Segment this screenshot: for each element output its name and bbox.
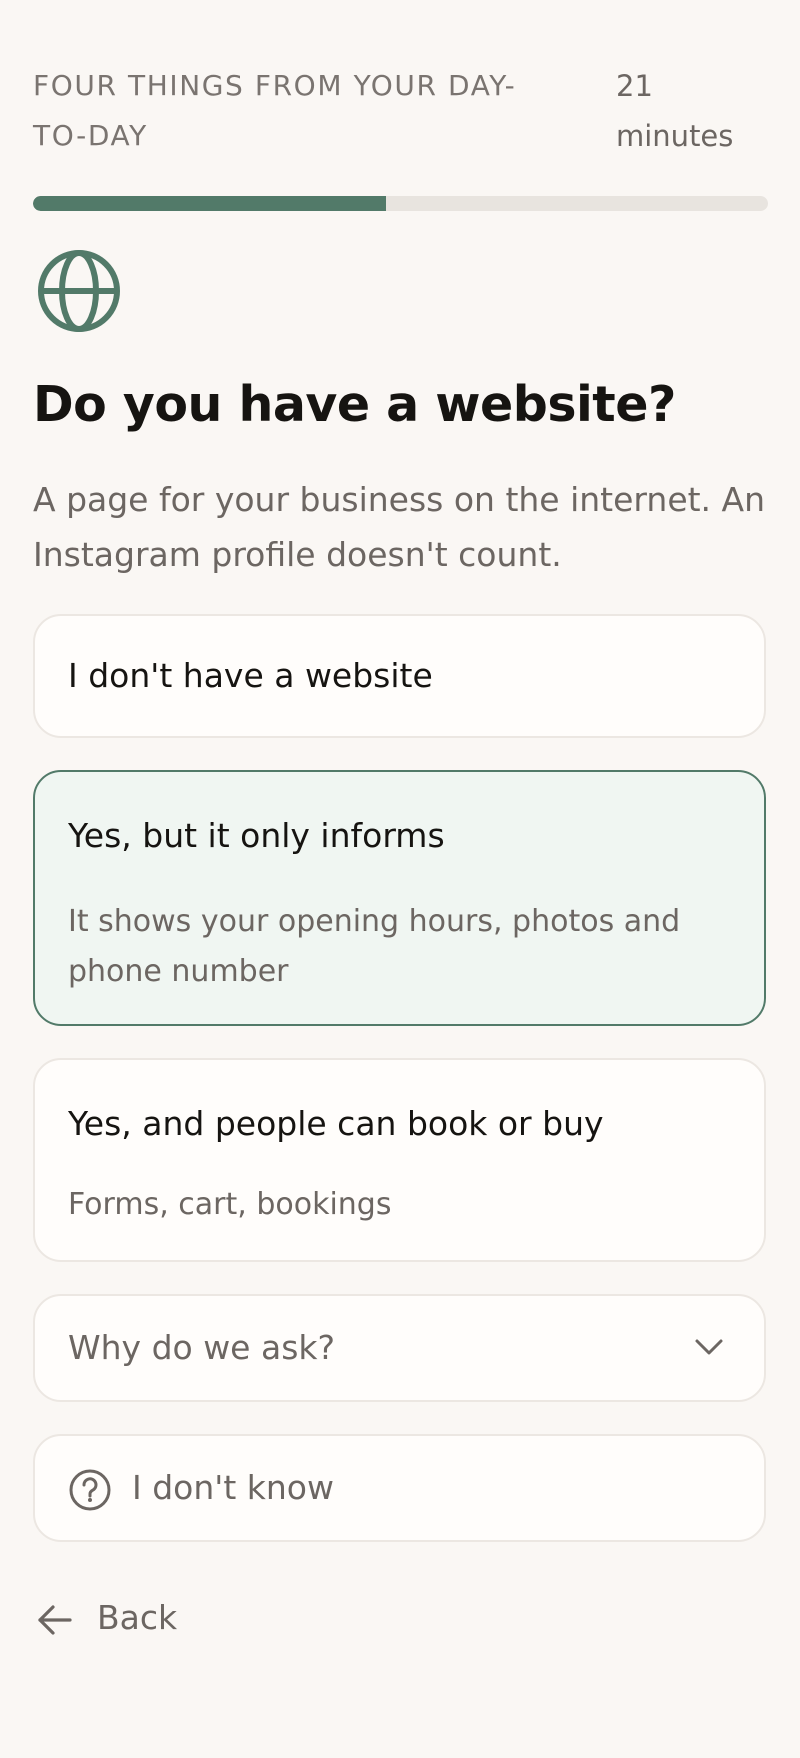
- progress-bar: [33, 196, 768, 211]
- faq-label: Why do we ask?: [68, 1328, 336, 1367]
- option-book-or-buy[interactable]: Yes, and people can book or buy Forms, c…: [33, 1058, 766, 1262]
- question-description: A page for your business on the internet…: [33, 480, 766, 574]
- arrow-left-icon: [38, 1605, 72, 1635]
- option-no-website[interactable]: I don't have a website: [33, 614, 766, 738]
- why-do-we-ask-toggle[interactable]: Why do we ask?: [33, 1294, 766, 1402]
- option-label: Yes, but it only informs: [68, 816, 445, 855]
- option-label: I don't have a website: [68, 656, 433, 695]
- option-informs-only[interactable]: Yes, but it only informs It shows your o…: [33, 770, 766, 1026]
- question-circle-icon: [69, 1469, 111, 1511]
- option-sublabel: It shows your opening hours, photos and …: [68, 904, 681, 989]
- globe-icon: [38, 250, 120, 332]
- time-remaining: 21 minutes: [616, 69, 734, 153]
- option-sublabel: Forms, cart, bookings: [68, 1187, 392, 1222]
- option-label: Yes, and people can book or buy: [68, 1104, 604, 1143]
- progress-fill: [33, 196, 386, 211]
- step-header: FOUR THINGS FROM YOUR DAY-TO-DAY 21 minu…: [33, 61, 768, 171]
- back-label: Back: [97, 1598, 178, 1637]
- back-button[interactable]: Back: [33, 1590, 233, 1646]
- question-title: Do you have a website?: [33, 376, 676, 433]
- step-label: FOUR THINGS FROM YOUR DAY-TO-DAY: [33, 69, 517, 152]
- i-dont-know-label: I don't know: [132, 1468, 334, 1507]
- chevron-down-icon: [695, 1339, 723, 1355]
- i-dont-know-button[interactable]: I don't know: [33, 1434, 766, 1542]
